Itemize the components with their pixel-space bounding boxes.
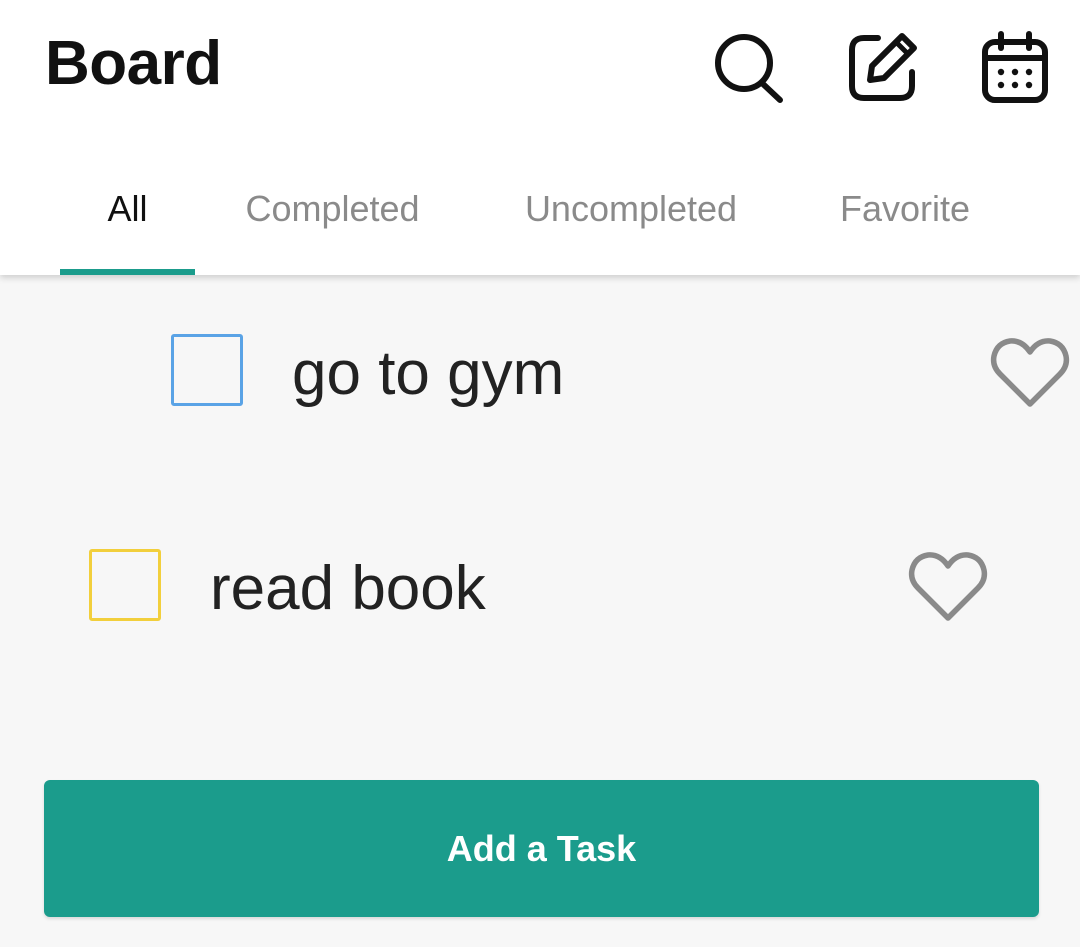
tab-uncompleted[interactable]: Uncompleted <box>500 180 762 275</box>
task-item: go to gym <box>0 296 1080 446</box>
task-checkbox[interactable] <box>89 549 161 621</box>
task-checkbox[interactable] <box>171 334 243 406</box>
edit-button[interactable] <box>842 28 922 108</box>
task-text: go to gym <box>292 339 565 408</box>
add-task-label: Add a Task <box>446 827 637 869</box>
tab-favorite[interactable]: Favorite <box>820 180 990 275</box>
tab-all-label: All <box>107 188 148 229</box>
page-title: Board <box>45 29 222 98</box>
favorite-heart-icon[interactable] <box>990 336 1070 410</box>
tab-favorite-label: Favorite <box>839 188 971 229</box>
add-task-button[interactable]: Add a Task <box>44 780 1039 917</box>
task-item: read book <box>0 512 1080 662</box>
calendar-icon <box>982 31 1048 103</box>
search-icon <box>715 34 783 103</box>
tab-completed-label: Completed <box>245 188 420 229</box>
search-button[interactable] <box>708 28 788 108</box>
task-text: read book <box>210 554 486 623</box>
tab-uncompleted-label: Uncompleted <box>524 188 738 229</box>
calendar-button[interactable] <box>975 28 1055 108</box>
favorite-heart-icon[interactable] <box>908 550 988 624</box>
edit-icon <box>849 33 917 101</box>
active-tab-indicator <box>60 269 195 275</box>
app-root: Board All Completed Uncompleted Favorite… <box>0 0 1080 947</box>
tab-all[interactable]: All <box>60 180 195 275</box>
tab-completed[interactable]: Completed <box>225 180 440 275</box>
app-header: Board All Completed Uncompleted Favorite <box>0 0 1080 275</box>
